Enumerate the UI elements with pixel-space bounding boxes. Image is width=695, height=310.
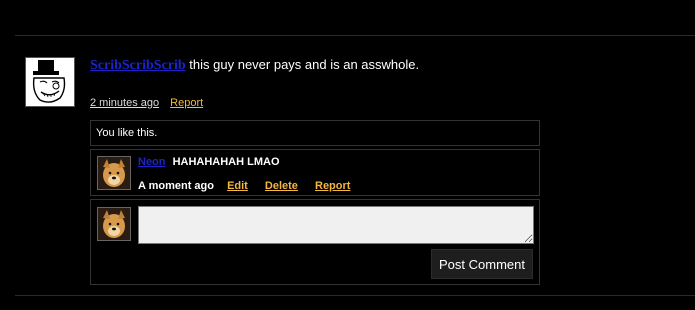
post-body: ScribScribScrib this guy never pays and … (90, 57, 419, 109)
reply-timestamp: A moment ago (138, 180, 214, 192)
compose-avatar[interactable] (97, 207, 131, 241)
likes-box: You like this. (90, 120, 540, 146)
comment-input[interactable] (138, 206, 534, 244)
dog-avatar-icon (98, 157, 130, 189)
post-text: this guy never pays and is an asswhole. (189, 57, 420, 72)
post-meta: 2 minutes ago Report (90, 97, 203, 109)
reply-delete-link[interactable]: Delete (265, 180, 298, 192)
post-line: ScribScribScrib this guy never pays and … (90, 57, 419, 74)
bottom-divider (15, 295, 695, 296)
reply-username-link[interactable]: Neon (138, 156, 166, 168)
post-report-link[interactable]: Report (170, 97, 203, 109)
likes-text: You like this. (96, 127, 158, 139)
dog-avatar-icon (98, 208, 130, 240)
post-timestamp-link[interactable]: 2 minutes ago (90, 97, 159, 109)
reply-avatar[interactable] (97, 156, 131, 190)
top-divider (15, 35, 695, 36)
reply-text: HAHAHAHAH LMAO (172, 156, 280, 168)
user-avatar[interactable] (25, 57, 75, 107)
compose-comment: Post Comment (90, 199, 540, 285)
reply-line: Neon HAHAHAHAH LMAO (138, 156, 280, 168)
reply-edit-link[interactable]: Edit (227, 180, 248, 192)
reply-comment: Neon HAHAHAHAH LMAO A moment ago Edit De… (90, 149, 540, 196)
post-username-link[interactable]: ScribScribScrib (90, 58, 186, 73)
reply-report-link[interactable]: Report (315, 180, 350, 192)
reply-meta: A moment ago Edit Delete Report (138, 180, 364, 192)
post-comment-button[interactable]: Post Comment (431, 249, 533, 279)
meme-face-icon (26, 58, 74, 106)
